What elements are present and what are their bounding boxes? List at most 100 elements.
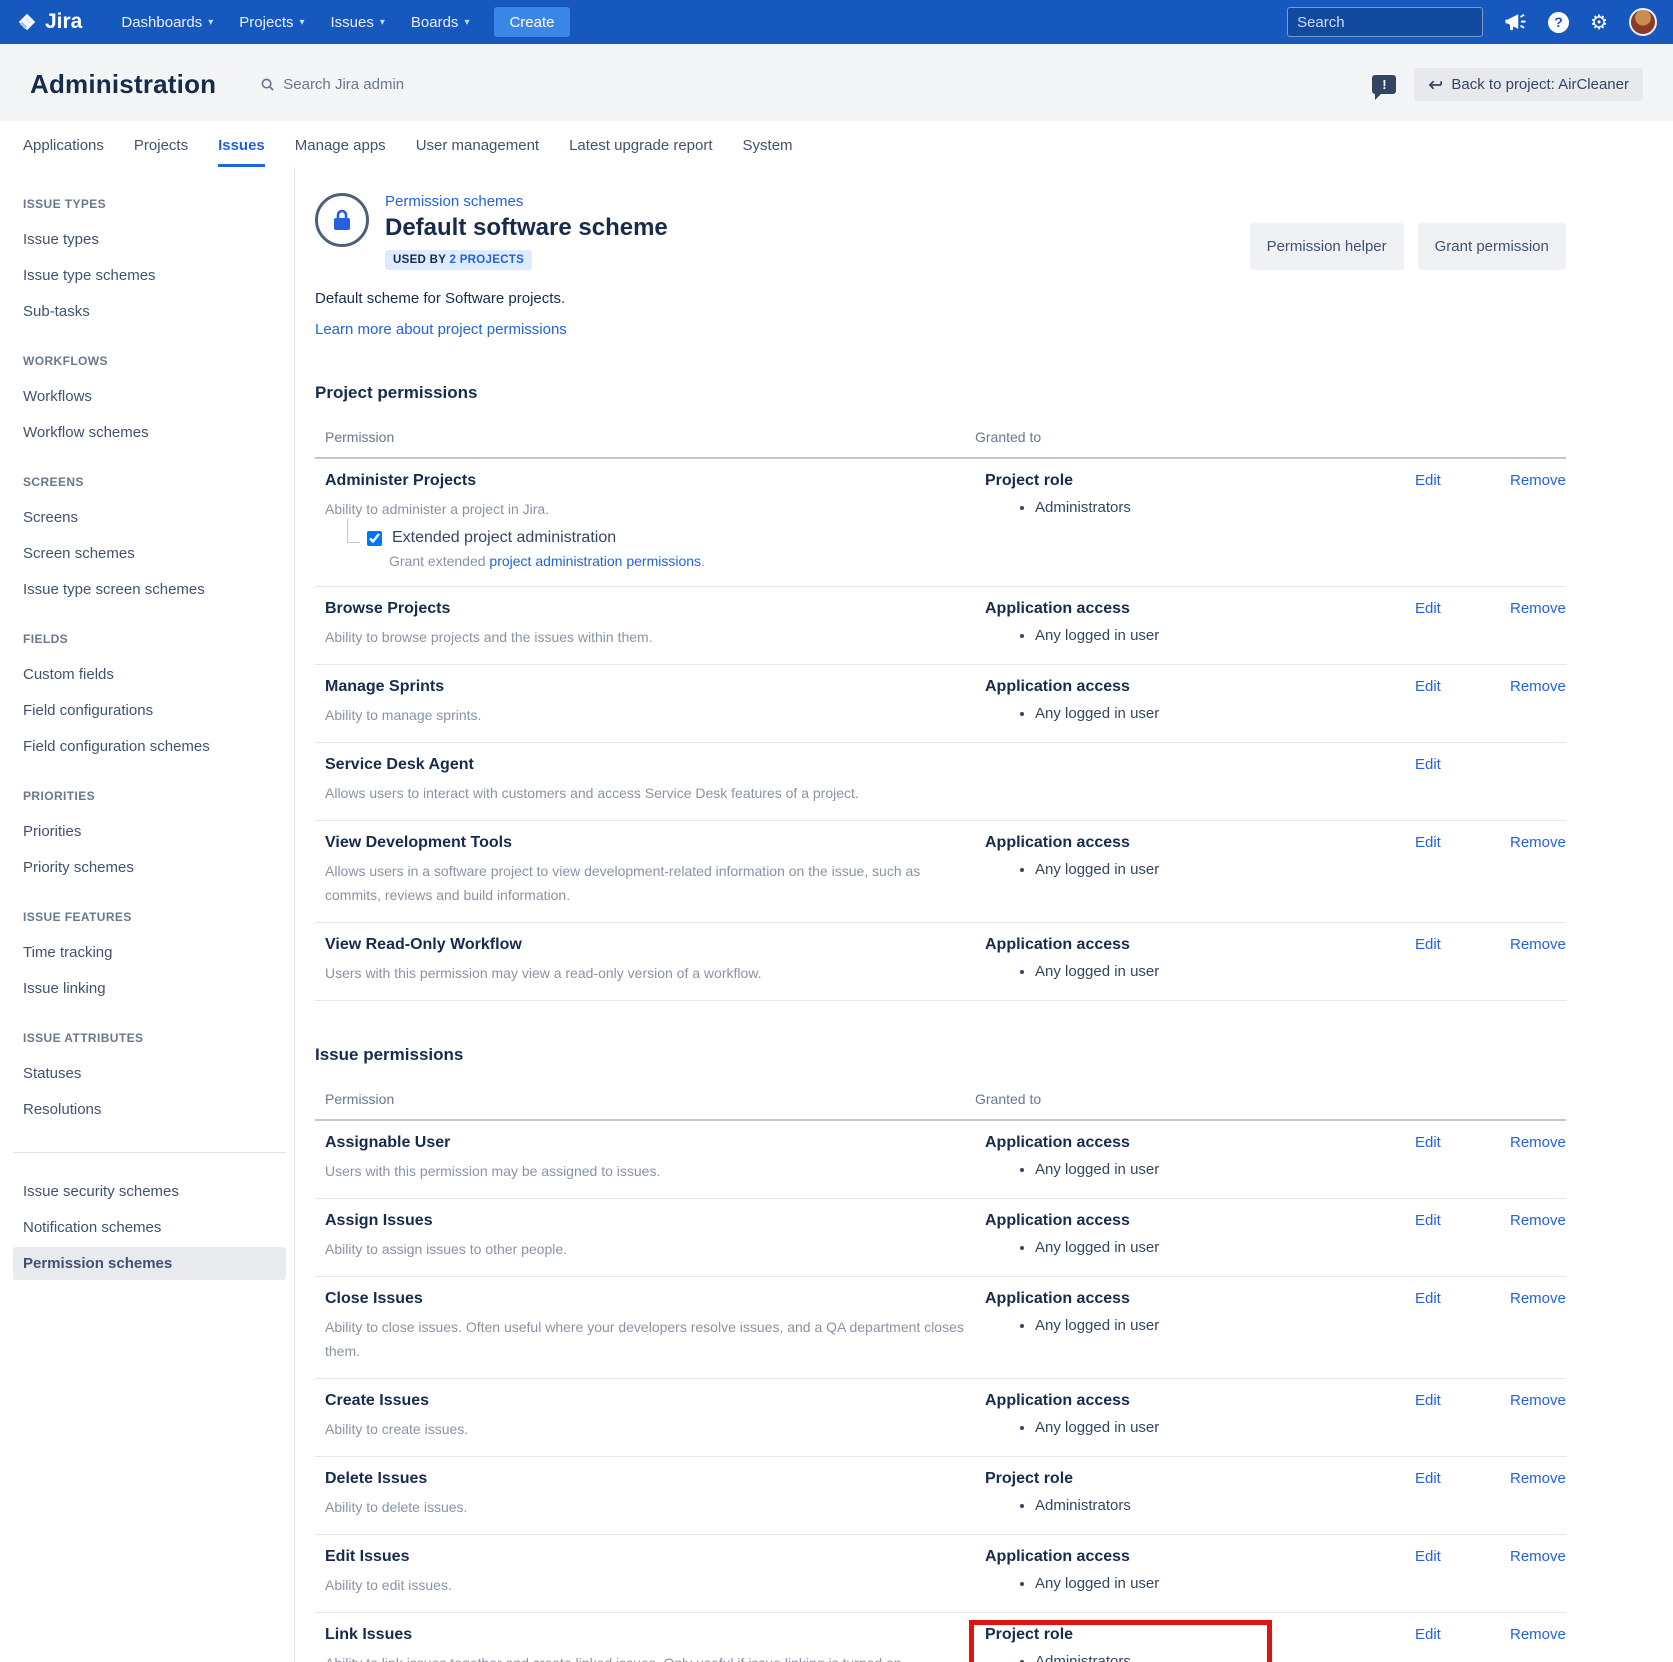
admin-search-label: Search Jira admin [283, 76, 404, 93]
edit-link[interactable]: Edit [1415, 834, 1441, 851]
tab-system[interactable]: System [743, 137, 793, 167]
help-icon[interactable]: ? [1548, 12, 1569, 33]
edit-link[interactable]: Edit [1415, 1548, 1441, 1565]
remove-link[interactable]: Remove [1510, 1134, 1566, 1151]
tab-applications[interactable]: Applications [23, 137, 104, 167]
edit-link[interactable]: Edit [1415, 1212, 1441, 1229]
global-search-input[interactable] [1297, 14, 1496, 31]
scheme-description: Default scheme for Software projects. [315, 290, 1566, 307]
tab-latest-upgrade-report[interactable]: Latest upgrade report [569, 137, 712, 167]
sidebar-item-time-tracking[interactable]: Time tracking [13, 936, 286, 969]
extended-admin-checkbox[interactable] [367, 531, 382, 546]
nav-item-projects[interactable]: Projects▾ [226, 14, 317, 31]
remove-link[interactable]: Remove [1510, 936, 1566, 953]
sidebar-item-issue-linking[interactable]: Issue linking [13, 972, 286, 1005]
sidebar-item-workflows[interactable]: Workflows [13, 380, 286, 413]
learn-more-link[interactable]: Learn more about project permissions [315, 321, 567, 338]
chevron-down-icon: ▾ [208, 17, 213, 28]
edit-link[interactable]: Edit [1415, 936, 1441, 953]
permission-row-service-desk-agent: Service Desk AgentAllows users to intera… [315, 743, 1566, 821]
tab-user-management[interactable]: User management [416, 137, 539, 167]
edit-link[interactable]: Edit [1415, 1626, 1441, 1643]
permission-description: Allows users in a software project to vi… [325, 859, 965, 907]
remove-link[interactable]: Remove [1510, 1470, 1566, 1487]
sidebar-item-resolutions[interactable]: Resolutions [13, 1093, 286, 1126]
sidebar-item-field-configurations[interactable]: Field configurations [13, 694, 286, 727]
sidebar-item-issue-security-schemes[interactable]: Issue security schemes [13, 1175, 286, 1208]
nav-item-boards[interactable]: Boards▾ [398, 14, 483, 31]
granted-list: Administrators [1035, 497, 1415, 519]
admin-search[interactable]: Search Jira admin [260, 76, 404, 93]
breadcrumb[interactable]: Permission schemes [385, 193, 523, 210]
scheme-title-block: Permission schemes Default software sche… [385, 193, 668, 270]
sidebar-item-statuses[interactable]: Statuses [13, 1057, 286, 1090]
tab-manage-apps[interactable]: Manage apps [295, 137, 386, 167]
edit-link[interactable]: Edit [1415, 1470, 1441, 1487]
sidebar-item-issue-type-schemes[interactable]: Issue type schemes [13, 259, 286, 292]
remove-link[interactable]: Remove [1510, 1626, 1566, 1643]
remove-cell: Remove [1510, 1212, 1566, 1261]
feedback-icon[interactable]: ! [1372, 75, 1396, 94]
sidebar-group-heading: FIELDS [13, 632, 286, 646]
sidebar-group-issue-types: ISSUE TYPESIssue typesIssue type schemes… [13, 197, 286, 328]
remove-link[interactable]: Remove [1510, 600, 1566, 617]
remove-link[interactable]: Remove [1510, 834, 1566, 851]
table-issue-permissions: PermissionGranted toAssignable UserUsers… [315, 1085, 1566, 1662]
granted-list: Any logged in user [1035, 703, 1415, 725]
remove-link[interactable]: Remove [1510, 1290, 1566, 1307]
edit-link[interactable]: Edit [1415, 1134, 1441, 1151]
remove-link[interactable]: Remove [1510, 1212, 1566, 1229]
permission-description: Ability to delete issues. [325, 1495, 965, 1519]
remove-cell: Remove [1510, 1392, 1566, 1441]
sidebar-item-sub-tasks[interactable]: Sub-tasks [13, 295, 286, 328]
gear-icon[interactable]: ⚙ [1590, 12, 1608, 32]
edit-link[interactable]: Edit [1415, 472, 1441, 489]
grant-permission-button[interactable]: Grant permission [1418, 223, 1566, 270]
sidebar-item-priority-schemes[interactable]: Priority schemes [13, 851, 286, 884]
sidebar-item-priorities[interactable]: Priorities [13, 815, 286, 848]
user-avatar[interactable] [1629, 8, 1657, 36]
granted-to-cell: Application accessAny logged in user [975, 834, 1415, 907]
jira-logo[interactable]: Jira [16, 10, 82, 34]
granted-item: Administrators [1035, 1651, 1415, 1662]
project-admin-permissions-link[interactable]: project administration permissions [489, 553, 701, 569]
remove-link[interactable]: Remove [1510, 678, 1566, 695]
edit-link[interactable]: Edit [1415, 678, 1441, 695]
edit-cell: Edit [1415, 1290, 1510, 1363]
granted-type: Application access [985, 1134, 1415, 1152]
remove-link[interactable]: Remove [1510, 1392, 1566, 1409]
scheme-header: Permission schemes Default software sche… [315, 193, 1566, 270]
nav-item-issues[interactable]: Issues▾ [318, 14, 398, 31]
granted-item: Any logged in user [1035, 1315, 1415, 1337]
sidebar-item-workflow-schemes[interactable]: Workflow schemes [13, 416, 286, 449]
announcements-icon[interactable] [1504, 12, 1527, 32]
sidebar-item-custom-fields[interactable]: Custom fields [13, 658, 286, 691]
edit-link[interactable]: Edit [1415, 1290, 1441, 1307]
granted-item: Any logged in user [1035, 1159, 1415, 1181]
permission-name: View Development Tools [325, 834, 975, 852]
back-to-project-button[interactable]: Back to project: AirCleaner [1414, 68, 1643, 101]
granted-item: Administrators [1035, 497, 1415, 519]
create-button[interactable]: Create [494, 7, 569, 37]
tab-projects[interactable]: Projects [134, 137, 188, 167]
sidebar-item-screen-schemes[interactable]: Screen schemes [13, 537, 286, 570]
edit-link[interactable]: Edit [1415, 600, 1441, 617]
nav-item-dashboards[interactable]: Dashboards▾ [108, 14, 226, 31]
edit-cell: Edit [1415, 834, 1510, 907]
sidebar-item-issue-types[interactable]: Issue types [13, 223, 286, 256]
sidebar-item-field-configuration-schemes[interactable]: Field configuration schemes [13, 730, 286, 763]
top-navbar: Jira Dashboards▾Projects▾Issues▾Boards▾ … [0, 0, 1673, 44]
back-to-project-label: Back to project: AirCleaner [1451, 76, 1629, 93]
permission-cell: Service Desk AgentAllows users to intera… [325, 756, 975, 805]
sidebar-item-issue-type-screen-schemes[interactable]: Issue type screen schemes [13, 573, 286, 606]
remove-link[interactable]: Remove [1510, 472, 1566, 489]
sidebar-item-screens[interactable]: Screens [13, 501, 286, 534]
permission-helper-button[interactable]: Permission helper [1250, 223, 1404, 270]
scheme-title: Default software scheme [385, 214, 668, 242]
sidebar-item-permission-schemes[interactable]: Permission schemes [13, 1247, 286, 1280]
tab-issues[interactable]: Issues [218, 137, 265, 167]
sidebar-item-notification-schemes[interactable]: Notification schemes [13, 1211, 286, 1244]
edit-link[interactable]: Edit [1415, 756, 1441, 773]
edit-link[interactable]: Edit [1415, 1392, 1441, 1409]
remove-link[interactable]: Remove [1510, 1548, 1566, 1565]
